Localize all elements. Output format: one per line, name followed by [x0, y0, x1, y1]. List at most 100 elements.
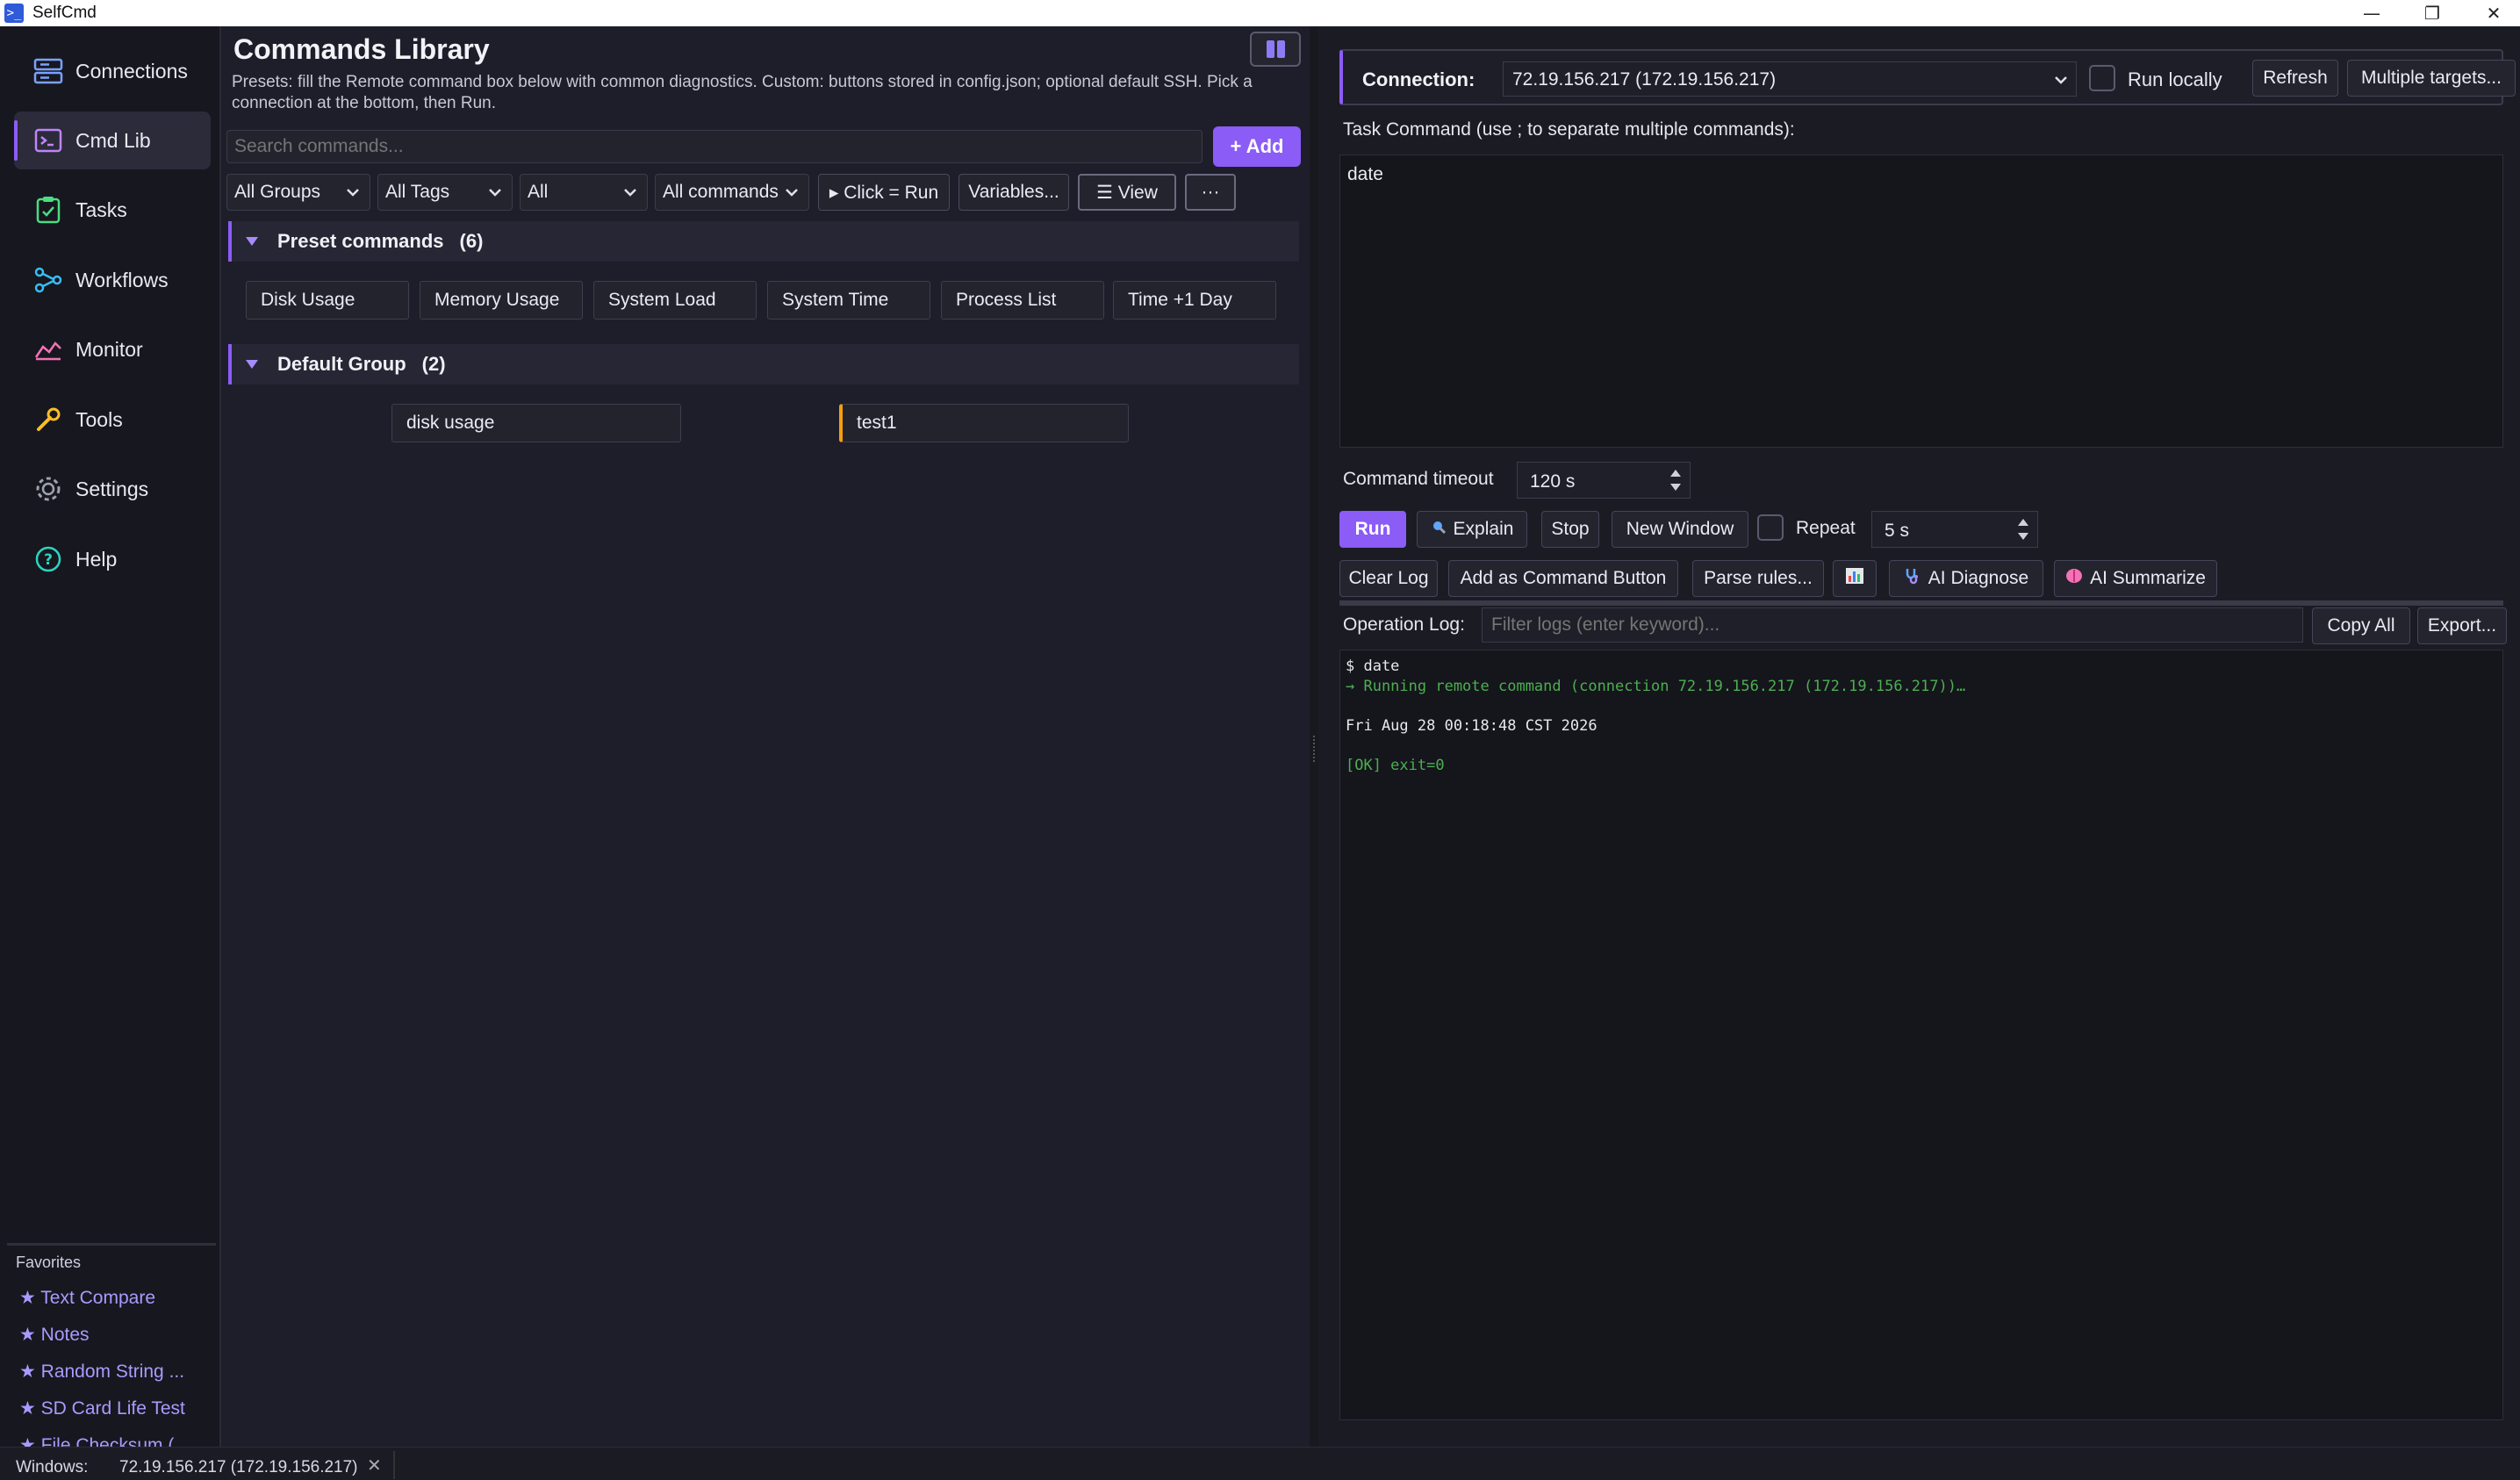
connection-bar: Connection: 72.19.156.217 (172.19.156.21… — [1339, 49, 2516, 105]
command-button[interactable]: Process List — [941, 281, 1104, 320]
clear-log-button[interactable]: Clear Log — [1339, 560, 1438, 597]
spinner-up-icon[interactable] — [2018, 519, 2028, 526]
scope-filter-dropdown[interactable]: All — [520, 174, 648, 211]
chevron-down-icon — [2055, 76, 2067, 84]
tab-divider — [393, 1451, 395, 1479]
operation-log[interactable]: $ date → Running remote command (connect… — [1339, 650, 2503, 1420]
more-button[interactable]: ··· — [1185, 174, 1236, 211]
log-filter-input[interactable] — [1482, 607, 2303, 643]
search-input[interactable] — [226, 130, 1203, 163]
operation-log-label: Operation Log: — [1343, 614, 1465, 635]
command-runner-panel: Connection: 72.19.156.217 (172.19.156.21… — [1318, 26, 2520, 1447]
sidebar-item-tasks[interactable]: Tasks — [14, 181, 211, 239]
dropdown-value: All — [528, 182, 549, 202]
ai-summarize-button[interactable]: AI Summarize — [2054, 560, 2217, 597]
multiple-targets-button[interactable]: Multiple targets... — [2347, 60, 2516, 97]
sidebar-item-workflows[interactable]: Workflows — [14, 251, 211, 309]
log-line: [OK] exit=0 — [1346, 756, 1445, 774]
parse-rules-button[interactable]: Parse rules... — [1692, 560, 1824, 597]
command-button[interactable]: Disk Usage — [246, 281, 409, 320]
export-button[interactable]: Export... — [2417, 607, 2507, 644]
window-title: SelfCmd — [32, 4, 97, 22]
layout-toggle-button[interactable] — [1250, 32, 1301, 67]
spinner-down-icon[interactable] — [2018, 533, 2028, 540]
title-bar: >_ SelfCmd — ❐ ✕ — [0, 0, 2520, 26]
group-header-preset-commands[interactable]: Preset commands (6) — [228, 221, 1299, 262]
sidebar-item-cmd-lib[interactable]: Cmd Lib — [14, 111, 211, 169]
command-button[interactable]: disk usage — [391, 404, 681, 442]
close-button[interactable]: ✕ — [2467, 0, 2520, 26]
command-type-dropdown[interactable]: All commands — [655, 174, 809, 211]
refresh-button[interactable]: Refresh — [2252, 60, 2338, 97]
run-locally-label: Run locally — [2128, 68, 2222, 90]
copy-all-button[interactable]: Copy All — [2312, 607, 2410, 644]
explain-button[interactable]: Explain — [1417, 511, 1527, 548]
bar-chart-icon — [1845, 567, 1864, 590]
group-filter-dropdown[interactable]: All Groups — [226, 174, 370, 211]
commands-library-panel: Commands Library Presets: fill the Remot… — [225, 26, 1310, 1447]
variables-button[interactable]: Variables... — [958, 174, 1069, 211]
favorite-item[interactable]: ★ Text Compare — [19, 1287, 155, 1309]
timeout-spinner[interactable]: 120 s — [1517, 462, 1691, 499]
sidebar-item-tools[interactable]: Tools — [14, 391, 211, 449]
sidebar-item-label: Settings — [75, 477, 149, 500]
collapse-triangle-icon — [246, 237, 258, 246]
restore-button[interactable]: ❐ — [2406, 0, 2459, 26]
pane-splitter[interactable] — [1310, 26, 1318, 1447]
group-count: (2) — [421, 353, 446, 375]
command-button[interactable]: test1 — [839, 404, 1129, 442]
sidebar-item-label: Tasks — [75, 198, 127, 221]
chevron-down-icon — [624, 189, 636, 197]
add-command-button[interactable]: + Add — [1213, 126, 1301, 167]
task-command-input[interactable]: date — [1339, 154, 2503, 448]
command-button[interactable]: System Load — [593, 281, 757, 320]
favorites-title: Favorites — [16, 1254, 82, 1271]
server-icon — [33, 56, 63, 86]
view-button[interactable]: ☰ View — [1078, 174, 1176, 211]
sidebar-item-settings[interactable]: Settings — [14, 460, 211, 518]
click-run-toggle[interactable]: ▸ Click = Run — [818, 174, 950, 211]
sidebar-item-label: Connections — [75, 59, 188, 83]
ai-summarize-label: AI Summarize — [2090, 568, 2206, 588]
minimize-button[interactable]: — — [2345, 0, 2398, 26]
sidebar: Connections Cmd Lib Tasks Workflows Moni… — [0, 26, 221, 1455]
collapse-triangle-icon — [246, 360, 258, 369]
sidebar-item-label: Workflows — [75, 268, 169, 291]
close-icon[interactable]: ✕ — [367, 1455, 382, 1476]
favorite-item[interactable]: ★ SD Card Life Test — [19, 1397, 185, 1419]
command-button[interactable]: System Time — [767, 281, 930, 320]
new-window-button[interactable]: New Window — [1612, 511, 1748, 548]
columns-icon-bar — [1276, 40, 1285, 58]
log-line: Fri Aug 28 00:18:48 CST 2026 — [1346, 716, 1597, 735]
group-name: Default Group — [277, 353, 406, 375]
group-header-default-group[interactable]: Default Group (2) — [228, 344, 1299, 384]
spinner-up-icon[interactable] — [1670, 470, 1681, 477]
log-splitter[interactable] — [1339, 600, 2503, 606]
command-button[interactable]: Memory Usage — [420, 281, 583, 320]
stop-button[interactable]: Stop — [1541, 511, 1599, 548]
connection-value: 72.19.156.217 (172.19.156.217) — [1512, 69, 1777, 90]
stethoscope-icon — [1904, 567, 1921, 590]
run-locally-checkbox[interactable] — [2089, 65, 2115, 91]
repeat-interval-spinner[interactable]: 5 s — [1871, 511, 2038, 548]
chart-button[interactable] — [1833, 560, 1877, 597]
tag-filter-dropdown[interactable]: All Tags — [377, 174, 513, 211]
repeat-checkbox[interactable] — [1757, 514, 1784, 541]
ai-diagnose-button[interactable]: AI Diagnose — [1889, 560, 2043, 597]
favorite-item[interactable]: ★ Random String ... — [19, 1361, 184, 1383]
connection-select[interactable]: 72.19.156.217 (172.19.156.217) — [1503, 61, 2077, 97]
run-button[interactable]: Run — [1339, 511, 1406, 548]
command-button[interactable]: Time +1 Day — [1113, 281, 1276, 320]
window-tab[interactable]: 72.19.156.217 (172.19.156.217) — [119, 1458, 358, 1477]
spinner-down-icon[interactable] — [1670, 484, 1681, 491]
columns-icon — [1266, 40, 1274, 58]
svg-text:?: ? — [44, 551, 53, 569]
add-as-command-button[interactable]: Add as Command Button — [1448, 560, 1678, 597]
task-command-label: Task Command (use ; to separate multiple… — [1343, 119, 1795, 140]
sidebar-item-connections[interactable]: Connections — [14, 42, 211, 100]
favorite-item[interactable]: ★ Notes — [19, 1324, 90, 1346]
sidebar-item-monitor[interactable]: Monitor — [14, 320, 211, 378]
sidebar-item-help[interactable]: ? Help — [14, 530, 211, 588]
repeat-interval-value: 5 s — [1885, 521, 1910, 541]
